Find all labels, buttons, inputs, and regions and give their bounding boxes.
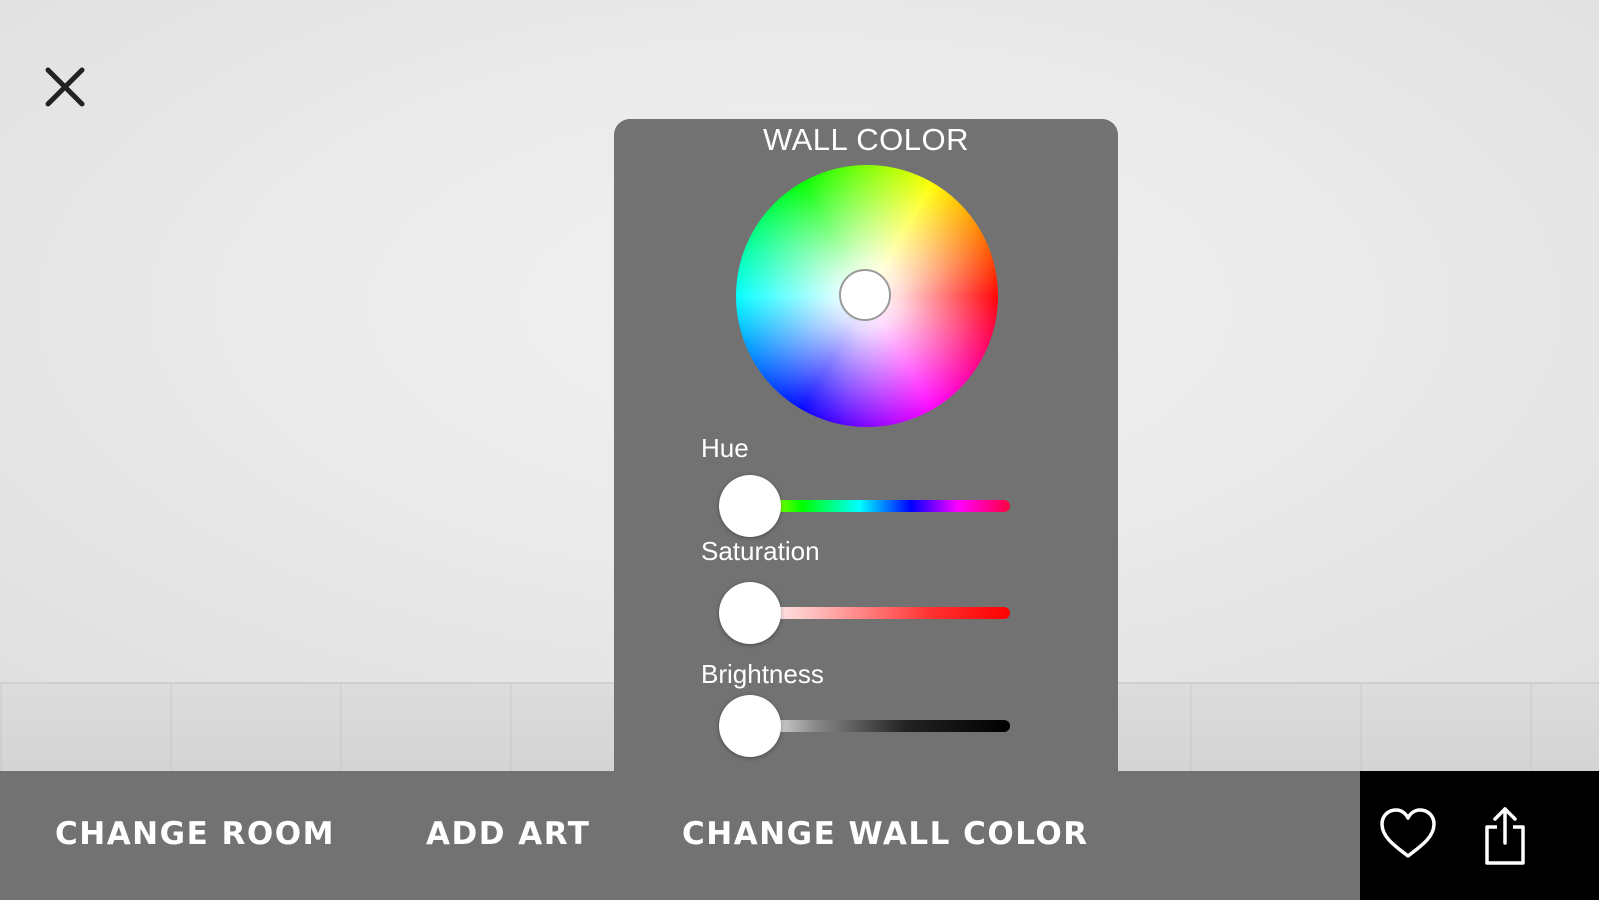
brightness-slider-track[interactable] [750, 720, 1010, 732]
brightness-slider-thumb[interactable] [719, 695, 781, 757]
saturation-slider-thumb[interactable] [719, 582, 781, 644]
color-wheel-handle[interactable] [839, 269, 891, 321]
change-wall-color-button[interactable]: CHANGE WALL COLOR [682, 816, 1089, 852]
room-preview: WALL COLOR Hue Saturation Brightness CHA… [0, 0, 1599, 900]
change-room-button[interactable]: CHANGE ROOM [55, 816, 335, 852]
color-wheel[interactable] [736, 165, 998, 427]
saturation-label: Saturation [701, 536, 820, 566]
share-icon [1485, 807, 1525, 865]
heart-icon [1380, 808, 1436, 858]
close-button[interactable] [40, 62, 90, 112]
hue-label: Hue [701, 433, 749, 463]
saturation-slider-track[interactable] [750, 607, 1010, 619]
share-button[interactable] [1480, 805, 1530, 867]
hue-slider-track[interactable] [750, 500, 1010, 512]
favorite-button[interactable] [1378, 806, 1438, 862]
add-art-button[interactable]: ADD ART [426, 816, 590, 852]
hue-slider-thumb[interactable] [719, 475, 781, 537]
brightness-label: Brightness [701, 659, 824, 689]
panel-title: WALL COLOR [763, 122, 969, 157]
close-icon [45, 67, 85, 107]
